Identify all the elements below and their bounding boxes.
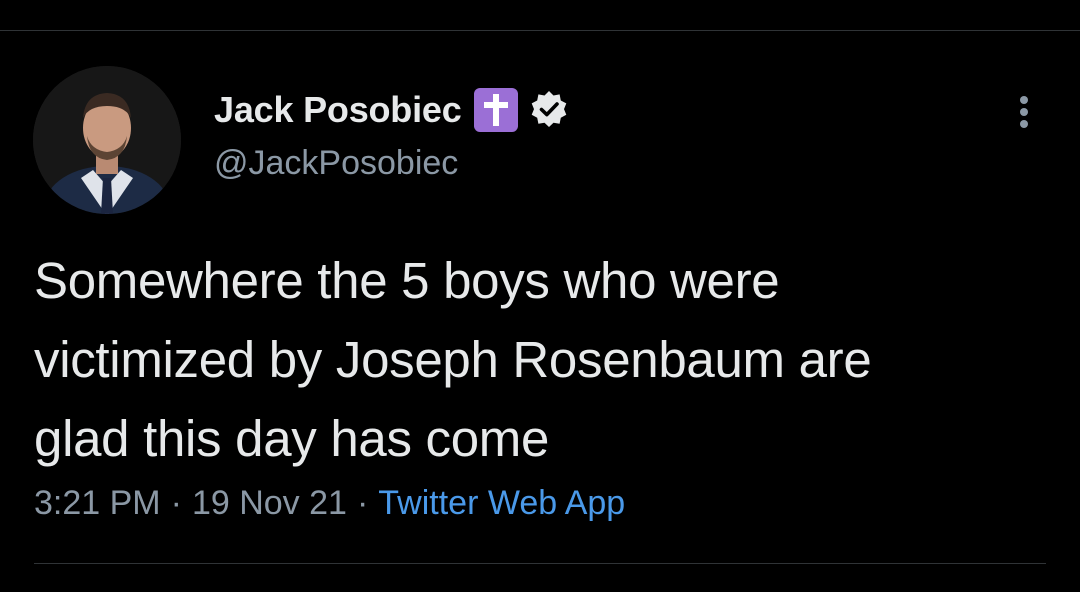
author-display-name[interactable]: Jack Posobiec [214,89,462,131]
avatar-photo [33,66,181,214]
author-handle[interactable]: @JackPosobiec [214,144,570,183]
tweet-time[interactable]: 3:21 PM [34,484,161,522]
tweet-date[interactable]: 19 Nov 21 [192,484,347,522]
tweet-source-link[interactable]: Twitter Web App [378,484,625,522]
more-options-icon[interactable] [1014,92,1034,132]
bottom-divider [34,563,1046,564]
meta-separator: · [170,484,182,522]
tweet-meta: 3:21 PM · 19 Nov 21 · Twitter Web App [34,484,625,523]
meta-separator: · [356,484,369,522]
top-divider [0,30,1080,31]
tweet-text: Somewhere the 5 boys who were victimized… [34,252,872,467]
latin-cross-icon [473,88,518,132]
author-name-row: Jack Posobiec [214,86,570,134]
tweet-author: Jack Posobiec @JackPosobiec [214,86,570,183]
verified-badge-icon [531,91,566,127]
avatar[interactable] [33,66,181,214]
